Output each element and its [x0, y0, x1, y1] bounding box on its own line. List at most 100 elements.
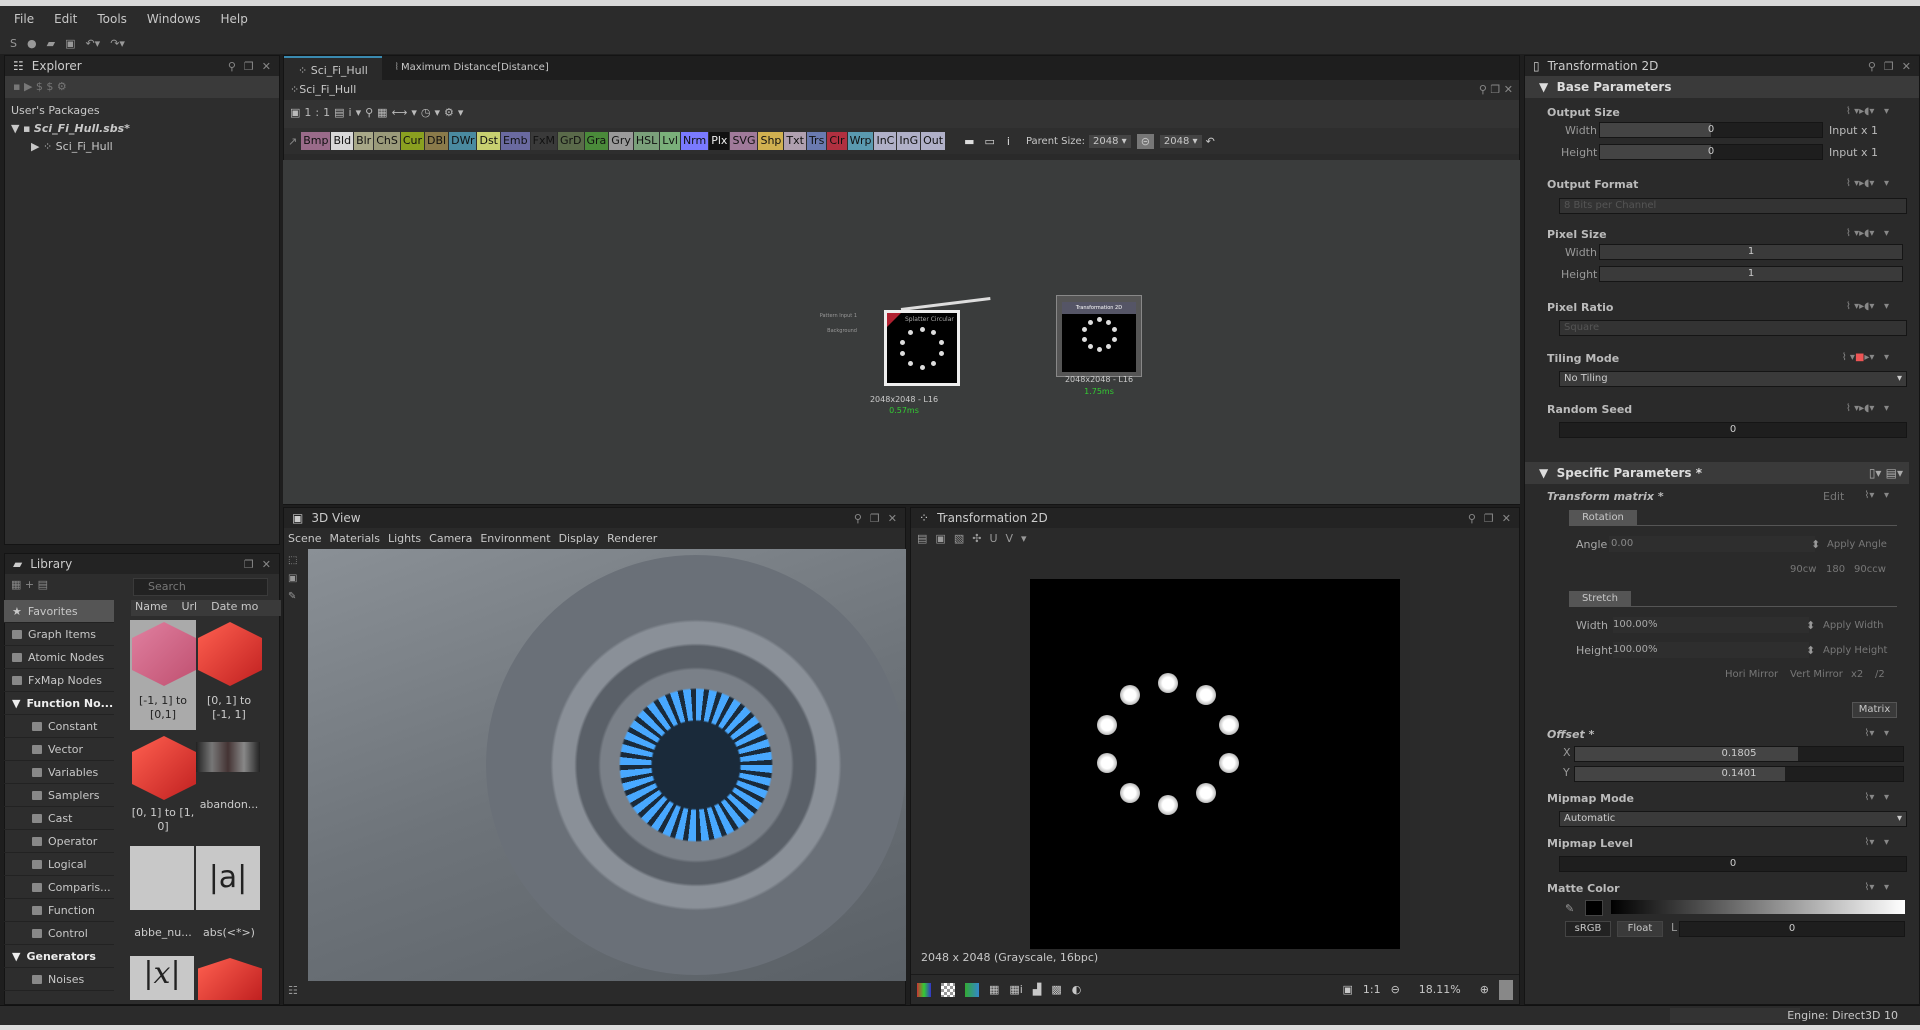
- menu-help[interactable]: Help: [220, 12, 247, 26]
- param-controls-icon[interactable]: ⌇▾ ▾: [1865, 837, 1889, 848]
- camera-icon[interactable]: ☷: [288, 984, 298, 997]
- zoom-out-icon[interactable]: ⊖: [1391, 983, 1400, 996]
- param-controls-icon[interactable]: ⌇ ▾▸◖▾ ▾: [1846, 228, 1889, 239]
- menu-materials[interactable]: Materials: [330, 532, 380, 545]
- transform-icon[interactable]: ✣: [972, 532, 989, 545]
- close-icon[interactable]: ✕: [262, 558, 271, 571]
- one-to-one-button[interactable]: 1:1: [1363, 983, 1381, 996]
- histogram-icon[interactable]: ▟: [1033, 983, 1041, 996]
- node-button-svg[interactable]: SVG: [730, 132, 758, 150]
- close-icon[interactable]: ✕: [888, 512, 897, 525]
- save-icon[interactable]: ▣: [65, 37, 75, 50]
- category-cast[interactable]: Cast: [4, 807, 114, 830]
- timer-icon[interactable]: ◷▾: [421, 106, 444, 119]
- category-fxmap-nodes[interactable]: FxMap Nodes: [4, 669, 114, 692]
- rotation-tab[interactable]: Rotation: [1569, 510, 1637, 525]
- abs-x-thumbnail[interactable]: |x|: [130, 956, 194, 1000]
- vert-mirror-button[interactable]: Vert Mirror: [1790, 669, 1843, 680]
- float-icon[interactable]: ❐: [1884, 60, 1894, 73]
- category-logical[interactable]: Logical: [4, 853, 114, 876]
- color-picker-icon[interactable]: ◐: [1072, 983, 1082, 996]
- channels-icon[interactable]: [917, 982, 931, 997]
- rotate-90cw-button[interactable]: 90cw: [1790, 564, 1816, 575]
- category-samplers[interactable]: Samplers: [4, 784, 114, 807]
- param-controls-icon[interactable]: ⌇▾ ▾: [1865, 882, 1889, 893]
- float-icon[interactable]: ❐: [870, 512, 880, 525]
- spin-icon[interactable]: ⬍: [1811, 538, 1820, 551]
- category-control[interactable]: Control: [4, 922, 114, 945]
- node-button-grd[interactable]: GrD: [557, 132, 584, 150]
- library-item-label[interactable]: [0, 1] to [1, 0]: [130, 806, 196, 834]
- offset-x-slider[interactable]: 0.1805: [1574, 746, 1904, 762]
- undo-icon[interactable]: ↶▾: [85, 37, 100, 50]
- spin-icon[interactable]: ⬍: [1806, 644, 1815, 657]
- tool-icon[interactable]: ⬚: [288, 552, 297, 570]
- gear-icon[interactable]: ⚙▾: [444, 106, 467, 119]
- column-url[interactable]: Url: [181, 600, 197, 616]
- snapshot-icon[interactable]: ▤: [334, 106, 348, 119]
- luminance-gradient[interactable]: [1611, 900, 1905, 914]
- category-comparison[interactable]: Comparis...: [4, 876, 114, 899]
- rotate-90ccw-button[interactable]: 90ccw: [1854, 564, 1886, 575]
- collapse-icon[interactable]: ▼: [12, 945, 20, 967]
- param-controls-icon[interactable]: ⌇▾ ▾: [1865, 792, 1889, 803]
- stretch-width-input[interactable]: 100.00%: [1613, 617, 1809, 633]
- edit-button[interactable]: Edit: [1823, 490, 1844, 503]
- redo-icon[interactable]: ↷▾: [110, 37, 125, 50]
- category-function[interactable]: Function: [4, 899, 114, 922]
- menu-lights[interactable]: Lights: [388, 532, 421, 545]
- menu-renderer[interactable]: Renderer: [607, 532, 657, 545]
- srgb-button[interactable]: sRGB: [1565, 921, 1611, 937]
- 2d-preview-image[interactable]: [1030, 579, 1400, 949]
- environment-thumbnail[interactable]: [196, 742, 260, 772]
- param-controls-icon[interactable]: ⌇ ▾■▸▾ ▾: [1842, 352, 1889, 363]
- rgb-icon[interactable]: ▩: [1051, 983, 1061, 996]
- rotate-180-button[interactable]: 180: [1826, 564, 1845, 575]
- pixel-height-slider[interactable]: 1: [1599, 266, 1903, 282]
- category-graph-items[interactable]: Graph Items: [4, 623, 114, 646]
- category-variables[interactable]: Variables: [4, 761, 114, 784]
- grid-icon[interactable]: ▦: [989, 983, 999, 996]
- alpha-icon[interactable]: [941, 982, 955, 997]
- double-button[interactable]: x2: [1851, 669, 1863, 680]
- library-item-label[interactable]: [0, 1] to [-1, 1]: [196, 694, 262, 722]
- new-package-icon[interactable]: S: [10, 37, 17, 50]
- menu-environment[interactable]: Environment: [480, 532, 550, 545]
- float-icon[interactable]: ❐: [1484, 512, 1494, 525]
- one-to-one-icon[interactable]: 1:1: [304, 106, 334, 119]
- frame-icon[interactable]: ▭: [984, 135, 994, 148]
- collapse-icon[interactable]: ▼: [12, 692, 20, 714]
- node-button-cur[interactable]: Cur: [400, 132, 425, 150]
- hori-mirror-button[interactable]: Hori Mirror: [1725, 669, 1778, 680]
- category-generators[interactable]: ▼ Generators: [4, 945, 114, 968]
- reset-icon[interactable]: ↶: [1206, 135, 1215, 148]
- float-button[interactable]: Float: [1617, 921, 1663, 937]
- node-button-emb[interactable]: Emb: [500, 132, 530, 150]
- graph-item[interactable]: ▶ ⁘ Sci_Fi_Hull: [11, 138, 273, 156]
- pixel-width-slider[interactable]: 1: [1599, 244, 1903, 260]
- param-controls-icon[interactable]: ⌇▾ ▾: [1865, 728, 1889, 739]
- node-button-lvl[interactable]: Lvl: [660, 132, 680, 150]
- node-button-shp[interactable]: Shp: [758, 132, 784, 150]
- add-icon[interactable]: ▦ + ▤: [11, 578, 48, 591]
- node-button-hsl[interactable]: HSL: [633, 132, 660, 150]
- save-image-icon[interactable]: ▣: [935, 532, 953, 545]
- node-button-wrp[interactable]: Wrp: [847, 132, 874, 150]
- fit-icon[interactable]: ▣: [290, 106, 304, 119]
- parent-width-select[interactable]: 2048 ▾: [1089, 134, 1131, 148]
- menu-file[interactable]: File: [14, 12, 34, 26]
- expand-icon[interactable]: ▼ ▪: [11, 122, 34, 135]
- node-button-blr[interactable]: Blr: [354, 132, 374, 150]
- param-controls-icon[interactable]: ⌇ ▾▸◖▾ ▾: [1846, 178, 1889, 189]
- menu-display[interactable]: Display: [559, 532, 600, 545]
- eyedropper-icon[interactable]: ✎: [1565, 902, 1574, 915]
- substance-logo-icon[interactable]: [132, 736, 196, 800]
- info-icon[interactable]: ▦i: [1009, 983, 1022, 996]
- color-swatch[interactable]: [1585, 900, 1603, 916]
- pin-icon[interactable]: ⚲: [228, 60, 236, 73]
- offset-y-slider[interactable]: 0.1401: [1574, 766, 1904, 782]
- node-button-dwr[interactable]: DWr: [449, 132, 477, 150]
- param-controls-icon[interactable]: ⌇ ▾▸◖▾ ▾: [1846, 106, 1889, 117]
- comment-icon[interactable]: ▬: [964, 135, 974, 148]
- category-constant[interactable]: Constant: [4, 715, 114, 738]
